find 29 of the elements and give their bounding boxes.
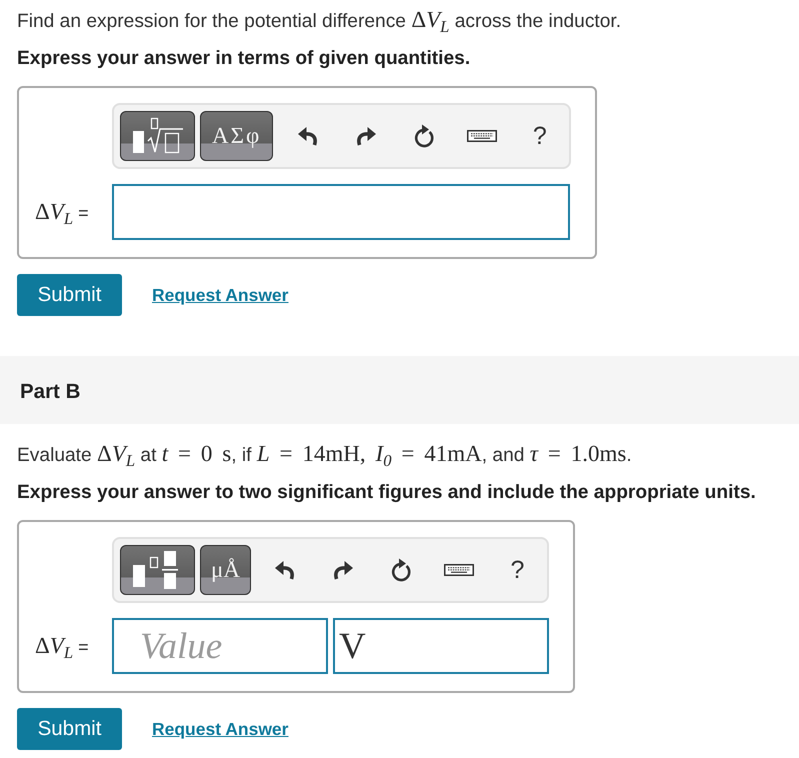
redo-icon[interactable] xyxy=(333,560,354,580)
radical-template-icon xyxy=(132,117,184,155)
instruction-text: Express your answer to two significant figures and include the appropriate units. xyxy=(17,481,757,505)
symbols-button[interactable]: ΑΣφ xyxy=(200,111,274,161)
redo-icon[interactable] xyxy=(356,126,376,146)
help-button[interactable]: ? xyxy=(532,124,547,148)
reset-icon[interactable] xyxy=(412,124,435,148)
instruction-text: Express your answer in terms of given quantities. xyxy=(17,47,472,71)
request-answer-link[interactable]: Request Answer xyxy=(152,718,288,740)
templates-button[interactable] xyxy=(120,545,195,595)
undo-icon[interactable] xyxy=(298,126,318,146)
value-field[interactable]: Value xyxy=(112,618,328,674)
equation-label: ΔV$_{L}$ = xyxy=(35,634,90,658)
keyboard-icon[interactable] xyxy=(444,564,474,576)
question-text: Evaluate ΔV$_{L}$ at t = 0 s, if L = 14mH, I$_{0}$ = 41mA, and τ = 1.0ms. xyxy=(17,442,633,466)
equation-label: ΔV$_{L}$ = xyxy=(35,200,90,224)
undo-icon[interactable] xyxy=(275,560,296,580)
help-button[interactable]: ? xyxy=(510,558,524,582)
units-field[interactable]: V xyxy=(333,618,549,674)
units-button[interactable]: μÅ xyxy=(200,545,251,595)
keyboard-icon[interactable] xyxy=(466,130,497,142)
submit-button[interactable]: Submit xyxy=(17,708,122,750)
reset-icon[interactable] xyxy=(390,558,412,582)
request-answer-link[interactable]: Request Answer xyxy=(152,284,288,306)
templates-button[interactable] xyxy=(120,111,195,161)
question-text: Find an expression for the potential difference ΔV$_{L}$ across the inductor. xyxy=(17,8,622,32)
part-title: Part B xyxy=(20,380,80,404)
answer-field[interactable] xyxy=(112,184,570,240)
submit-button[interactable]: Submit xyxy=(17,274,122,316)
